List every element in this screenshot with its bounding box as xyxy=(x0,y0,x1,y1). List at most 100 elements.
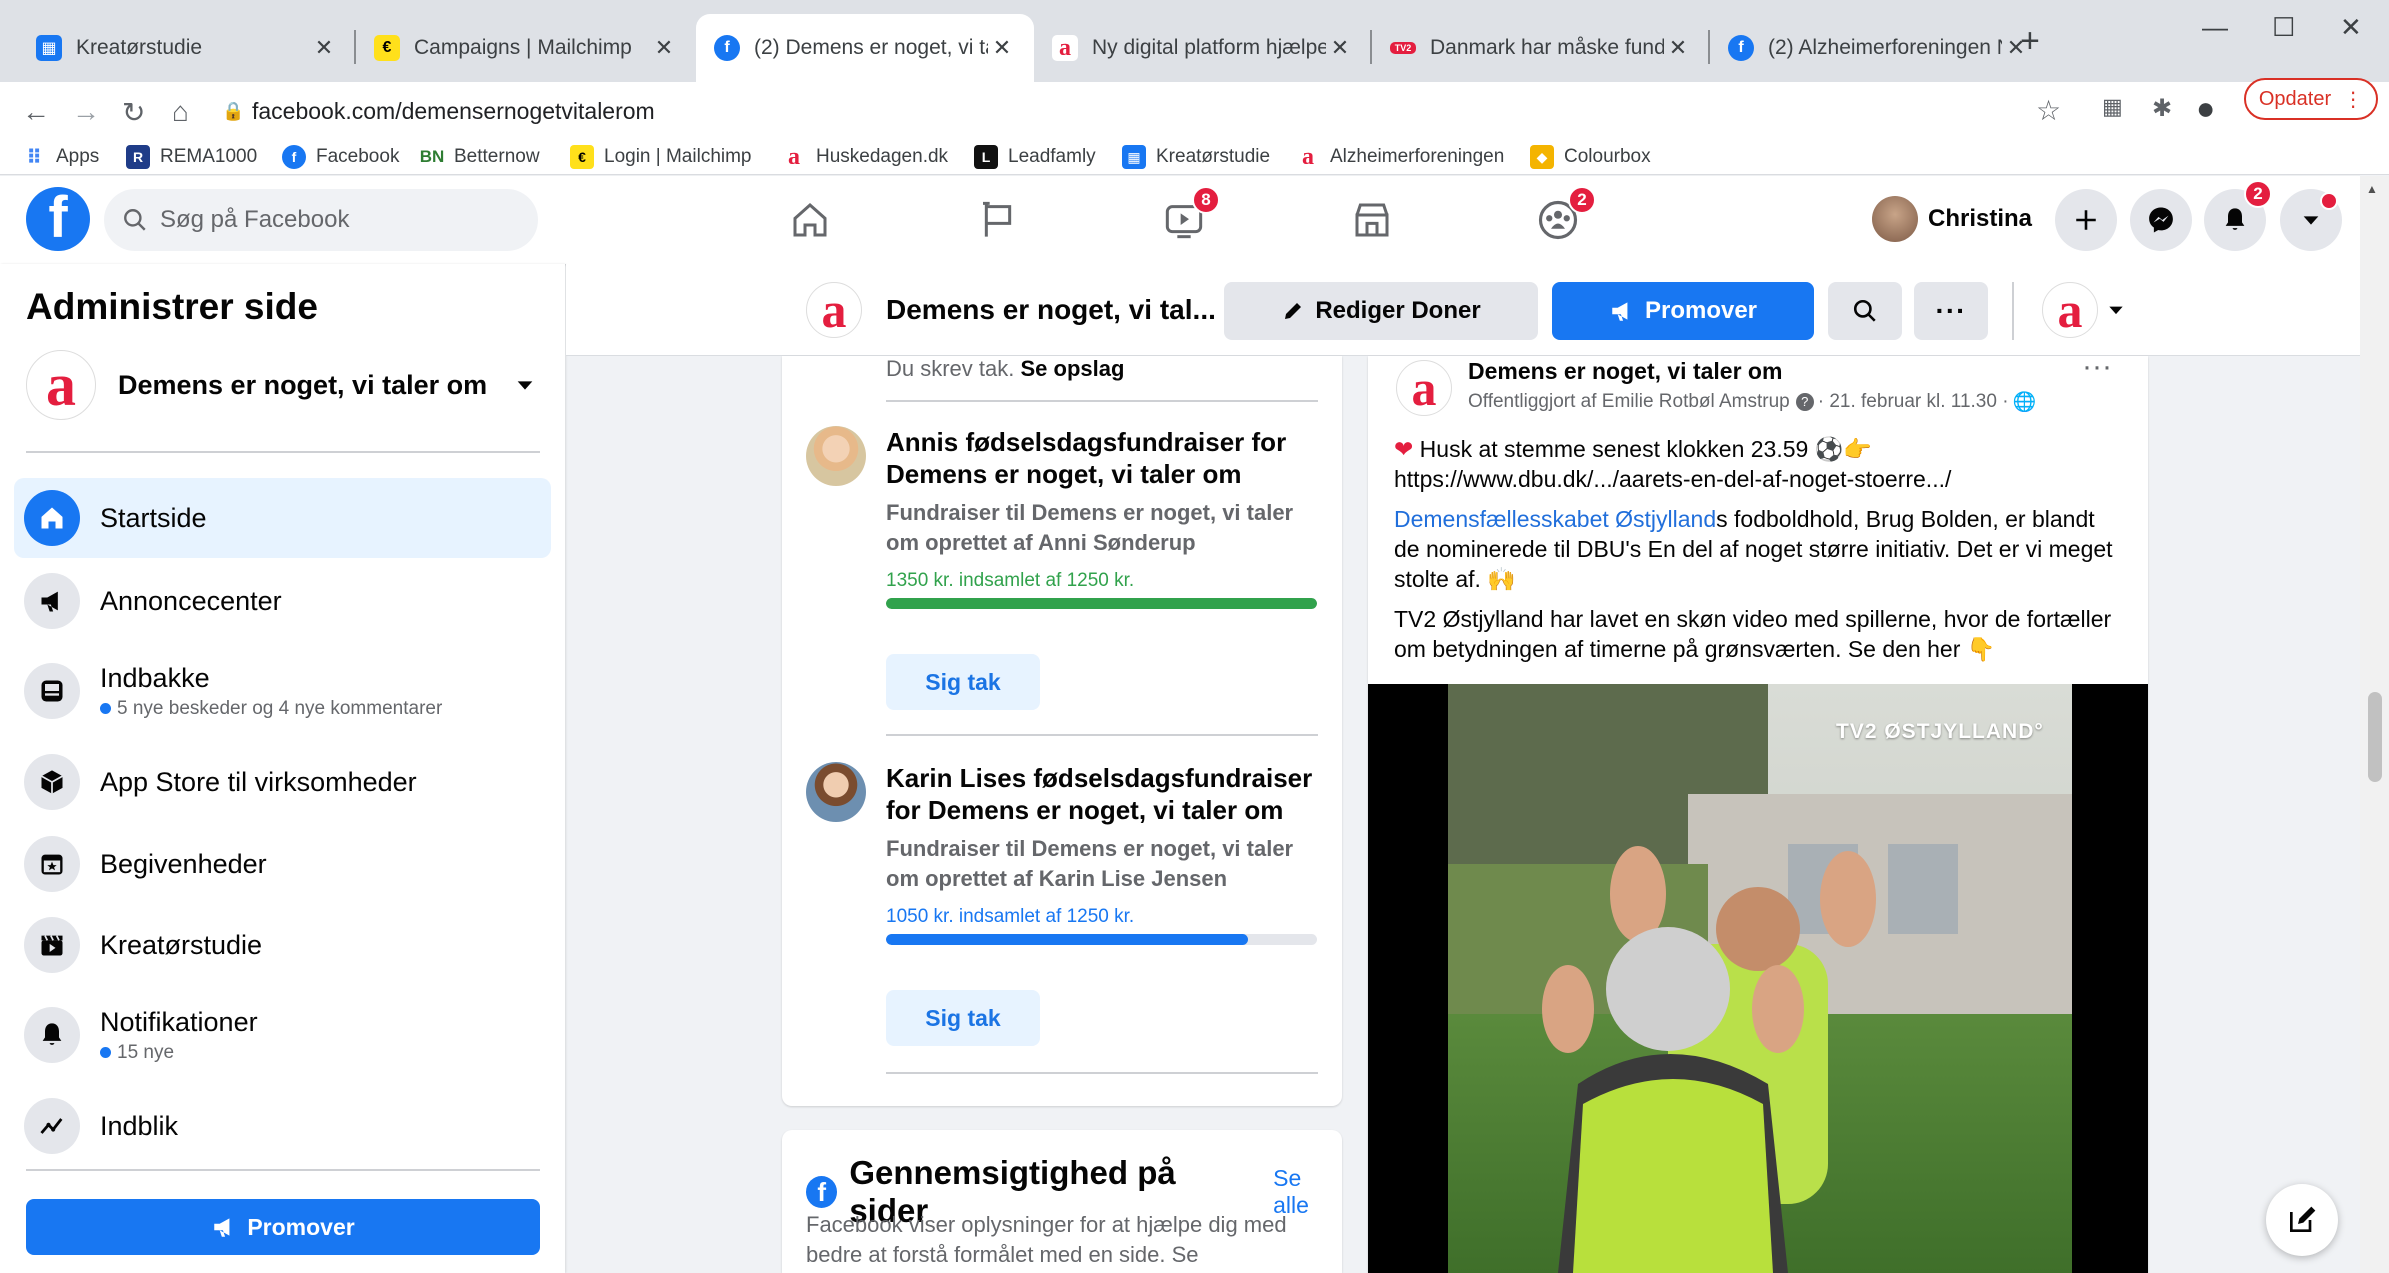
nav-marketplace-icon[interactable] xyxy=(1348,196,1396,244)
alzheimer-icon: a xyxy=(782,144,806,170)
new-message-button[interactable] xyxy=(2266,1184,2338,1256)
bookmark-item[interactable]: R REMA1000 xyxy=(126,140,257,174)
bell-icon xyxy=(2225,208,2245,230)
nav-pages-flag-icon[interactable] xyxy=(974,196,1022,244)
acting-as-switcher[interactable]: a xyxy=(2042,282,2126,338)
pencil-icon xyxy=(1285,303,1302,319)
sidebar-item-indbakke[interactable]: Indbakke 5 nye beskeder og 4 nye komment… xyxy=(14,644,551,738)
post-video[interactable]: TV2 ØSTJYLLAND° xyxy=(1368,684,2148,1273)
extensions-puzzle-icon[interactable]: ✱ xyxy=(2152,94,2172,123)
maximize-window-icon[interactable]: ☐ xyxy=(2272,12,2295,43)
sidebar-item-annoncecenter[interactable]: Annoncecenter xyxy=(14,561,551,641)
back-arrow-icon[interactable]: ← xyxy=(22,96,50,128)
scrollbar-thumb[interactable] xyxy=(2368,692,2382,782)
home-icon[interactable]: ⌂ xyxy=(172,96,189,128)
unread-dot xyxy=(100,1047,111,1058)
facebook-search-input[interactable]: Søg på Facebook xyxy=(104,189,538,251)
bookmark-item[interactable]: ◆ Colourbox xyxy=(1530,140,1651,174)
post-author[interactable]: Demens er noget, vi taler om xyxy=(1468,358,1782,385)
transparency-text: Facebook viser oplysninger for at hjælpe… xyxy=(806,1212,1287,1267)
browser-tab[interactable]: f (2) Alzheimerforeningen Nordjylland ✕ xyxy=(1710,14,2048,82)
account-icon[interactable]: ● xyxy=(2196,90,2215,127)
sidebar-promote-button[interactable]: Promover xyxy=(26,1199,540,1255)
alzheimer-icon: a xyxy=(1296,144,1320,170)
bookmark-item[interactable]: € Login | Mailchimp xyxy=(570,140,752,174)
video-frame xyxy=(1368,684,2148,1273)
mention-link[interactable]: Demensfællesskabet Østjylland xyxy=(1394,506,1716,532)
lock-icon: 🔒 xyxy=(222,100,245,121)
help-icon[interactable]: ? xyxy=(1795,393,1814,411)
unread-dot xyxy=(100,703,111,714)
page-scrollbar[interactable]: ▲ xyxy=(2360,176,2389,1273)
close-tab-icon[interactable]: ✕ xyxy=(1664,35,1692,61)
post-options-icon[interactable]: ··· xyxy=(2082,350,2112,384)
edit-donate-button[interactable]: Rediger Doner xyxy=(1224,282,1538,340)
bookmark-item[interactable]: a Alzheimerforeningen xyxy=(1296,140,1504,174)
page-switcher[interactable]: a Demens er noget, vi taler om xyxy=(26,348,546,422)
alzheimer-icon: a xyxy=(1052,35,1078,61)
more-options-button[interactable]: ··· xyxy=(1914,282,1988,340)
avatar[interactable] xyxy=(806,426,866,486)
facebook-icon: f xyxy=(714,35,740,61)
caret-down-icon xyxy=(2303,216,2319,225)
create-plus-button[interactable] xyxy=(2055,189,2117,251)
avatar[interactable] xyxy=(806,762,866,822)
red-heart-icon: ❤ xyxy=(1394,436,1414,462)
post-paragraph-1: Demensfællesskabet Østjyllands fodboldho… xyxy=(1394,506,2113,592)
see-post-link[interactable]: Se opslag xyxy=(1021,356,1125,381)
bookmark-item[interactable]: L Leadfamly xyxy=(974,140,1096,174)
post-link[interactable]: https://www.dbu.dk/.../aarets-en-del-af-… xyxy=(1394,464,2124,494)
facebook-logo-icon[interactable]: f xyxy=(26,187,90,251)
bookmark-item[interactable]: ▦ Kreatørstudie xyxy=(1122,140,1270,174)
fundraiser-title[interactable]: Karin Lises fødselsdagsfundraiser for De… xyxy=(886,762,1326,826)
divider xyxy=(26,451,540,453)
close-tab-icon[interactable]: ✕ xyxy=(988,35,1016,61)
say-thanks-button[interactable]: Sig tak xyxy=(886,654,1040,710)
thanked-text: Du skrev tak. Se opslag xyxy=(886,356,1125,381)
promote-button[interactable]: Promover xyxy=(1552,282,1814,340)
sidebar-item-indblik[interactable]: Indblik xyxy=(14,1086,551,1166)
nav-home-icon[interactable] xyxy=(786,196,834,244)
scroll-up-arrow-icon[interactable]: ▲ xyxy=(2366,182,2378,196)
bell-icon xyxy=(24,1007,80,1063)
page-logo-icon[interactable]: a xyxy=(1396,360,1452,416)
sidebar-item-begivenheder[interactable]: Begivenheder xyxy=(14,824,551,904)
bookmark-item[interactable]: BN Betternow xyxy=(420,140,540,174)
bookmark-item[interactable]: a Huskedagen.dk xyxy=(782,140,948,174)
close-tab-icon[interactable]: ✕ xyxy=(310,35,338,61)
new-tab-button[interactable]: + xyxy=(2020,22,2040,61)
messenger-button[interactable] xyxy=(2130,189,2192,251)
bookmark-star-icon[interactable]: ☆ xyxy=(2036,94,2061,127)
sidebar-item-startside[interactable]: Startside xyxy=(14,478,551,558)
minimize-window-icon[interactable]: — xyxy=(2202,12,2228,43)
sidebar-item-app-store[interactable]: App Store til virksomheder xyxy=(14,742,551,822)
update-chrome-button[interactable]: Opdater ⋮ xyxy=(2244,78,2378,120)
reload-icon[interactable]: ↻ xyxy=(122,96,145,129)
sidebar-item-kreatorstudie[interactable]: Kreatørstudie xyxy=(14,905,551,985)
qr-code-icon[interactable]: ▦ xyxy=(2102,94,2123,120)
progress-fill xyxy=(886,598,1317,609)
close-tab-icon[interactable]: ✕ xyxy=(650,35,678,61)
say-thanks-button[interactable]: Sig tak xyxy=(886,990,1040,1046)
browser-tab[interactable]: a Ny digital platform hjælper med ✕ xyxy=(1034,14,1372,82)
bookmark-item[interactable]: ⠿ Apps xyxy=(22,140,99,174)
close-tab-icon[interactable]: ✕ xyxy=(1326,35,1354,61)
home-icon xyxy=(24,490,80,546)
bookmark-item[interactable]: f Facebook xyxy=(282,140,399,174)
browser-tab[interactable]: € Campaigns | Mailchimp ✕ xyxy=(356,14,696,82)
apps-grid-icon: ⠿ xyxy=(26,146,42,169)
page-logo-icon: a xyxy=(26,350,96,420)
forward-arrow-icon[interactable]: → xyxy=(72,96,100,128)
address-bar[interactable]: 🔒 facebook.com/demensernogetvitalerom xyxy=(222,90,1822,132)
close-window-icon[interactable]: ✕ xyxy=(2340,12,2362,43)
bookmarks-bar: ⠿ Apps R REMA1000 f Facebook BN Betternow € L… xyxy=(0,140,2389,175)
messenger-icon xyxy=(2149,207,2173,233)
sidebar-item-notifikationer[interactable]: Notifikationer 15 nye xyxy=(14,988,551,1082)
fundraiser-title[interactable]: Annis fødselsdagsfundraiser for Demens e… xyxy=(886,426,1326,490)
browser-tab-active[interactable]: f (2) Demens er noget, vi taler om ✕ xyxy=(696,14,1034,82)
page-search-button[interactable] xyxy=(1828,282,1902,340)
browser-tab[interactable]: TV2 Danmark har måske fundet sin ✕ xyxy=(1372,14,1710,82)
browser-tab[interactable]: ▦ Kreatørstudie ✕ xyxy=(18,14,356,82)
profile-button[interactable]: Christina xyxy=(1872,196,2032,242)
tv2-icon: TV2 xyxy=(1390,42,1416,54)
